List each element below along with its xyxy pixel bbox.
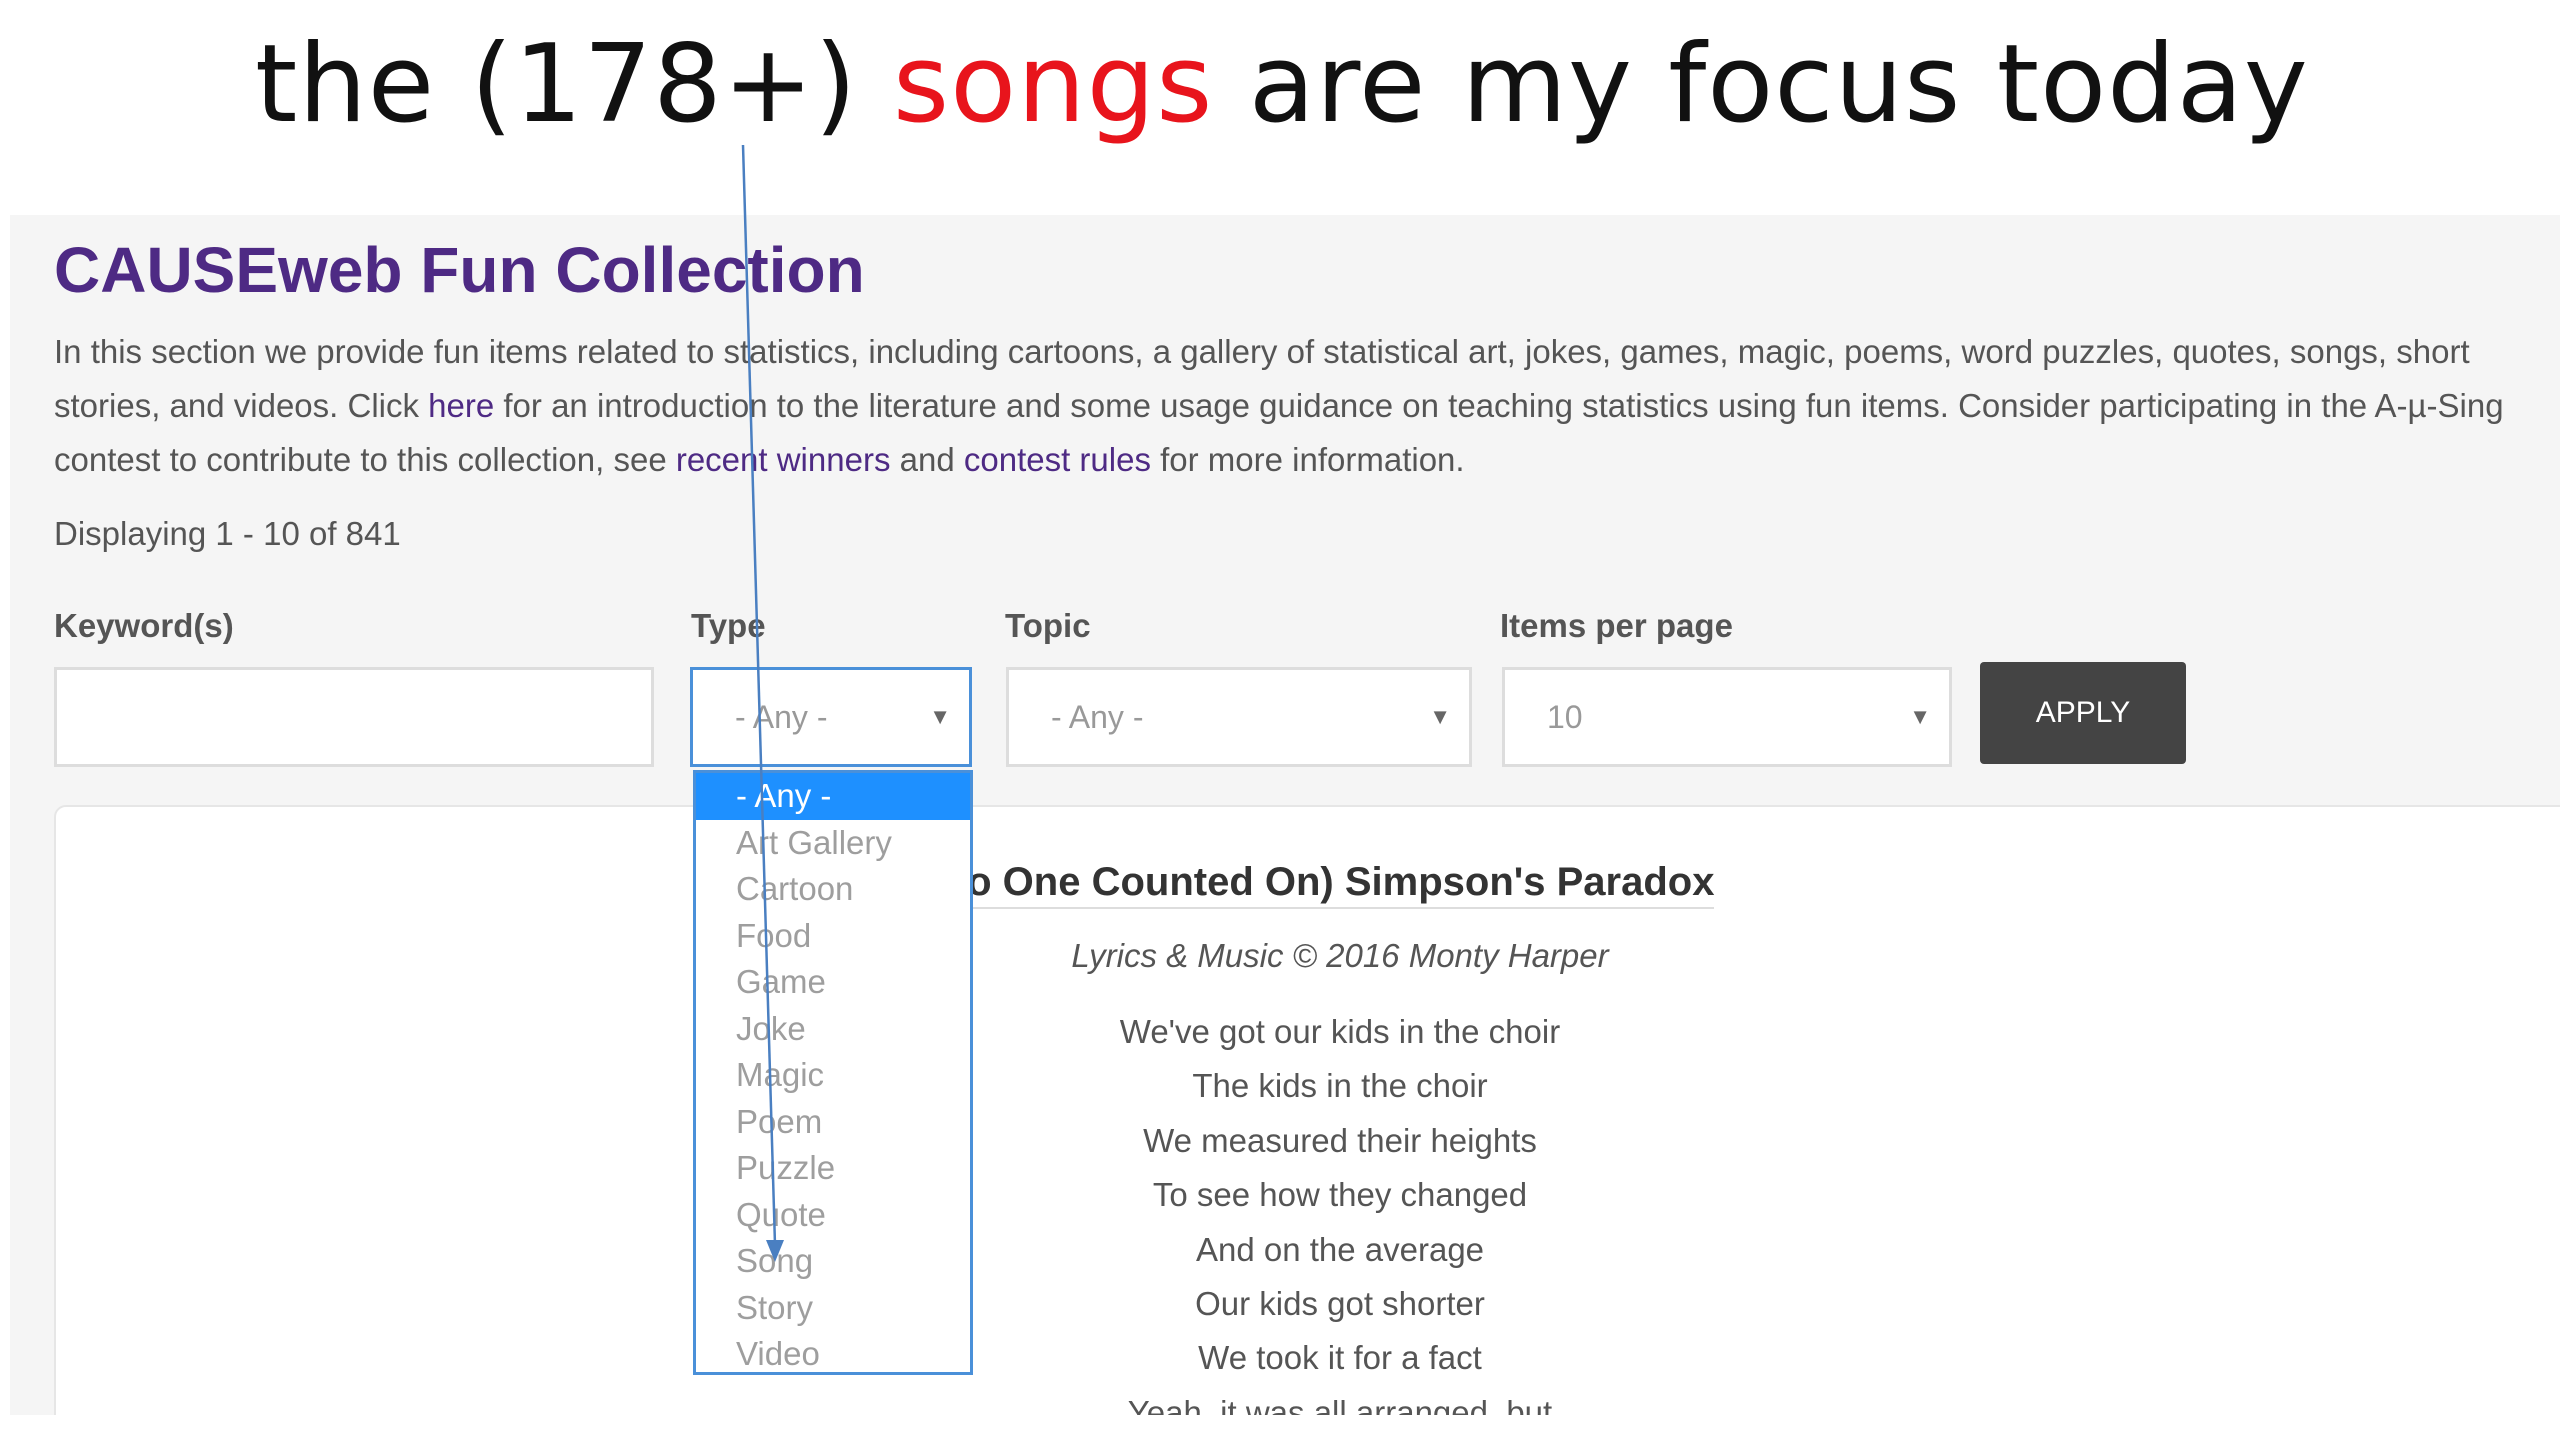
type-option-magic[interactable]: Magic [696, 1052, 970, 1099]
keyword-label: Keyword(s) [54, 607, 234, 644]
here-link[interactable]: here [428, 387, 494, 424]
lyric-line: The kids in the choir [1192, 1067, 1488, 1105]
type-select-value: - Any - [735, 699, 828, 735]
browser-screenshot: CAUSEweb Fun Collection In this section … [10, 215, 2560, 1415]
topic-select-value: - Any - [1051, 699, 1144, 735]
items-per-page-label: Items per page [1500, 607, 1733, 644]
chevron-down-icon: ▼ [929, 704, 951, 729]
keyword-input[interactable] [54, 667, 654, 767]
results-count: Displaying 1 - 10 of 841 [54, 515, 401, 552]
song-credit: Lyrics & Music © 2016 Monty Harper [1071, 937, 1609, 974]
chevron-down-icon: ▼ [1429, 704, 1451, 729]
slide-title-accent: songs [892, 22, 1214, 147]
type-select[interactable]: - Any - ▼ [690, 667, 972, 767]
items-per-page-select[interactable]: 10 ▼ [1502, 667, 1952, 767]
type-option-any[interactable]: - Any - [696, 773, 970, 820]
slide-title: the (178+) songs are my focus today [255, 20, 2309, 150]
type-option-video[interactable]: Video [696, 1331, 970, 1378]
type-option-cartoon[interactable]: Cartoon [696, 866, 970, 913]
type-option-food[interactable]: Food [696, 913, 970, 960]
topic-label: Topic [1005, 607, 1091, 644]
type-option-poem[interactable]: Poem [696, 1099, 970, 1146]
type-dropdown-list: - Any - Art Gallery Cartoon Food Game Jo… [693, 770, 973, 1375]
page-title: CAUSEweb Fun Collection [54, 234, 865, 306]
song-lyrics: We've got our kids in the choir The kids… [1090, 1005, 1590, 1415]
type-option-quote[interactable]: Quote [696, 1192, 970, 1239]
type-option-song[interactable]: Song [696, 1238, 970, 1285]
type-option-story[interactable]: Story [696, 1285, 970, 1332]
intro-text-3: and [890, 441, 964, 478]
topic-select[interactable]: - Any - ▼ [1006, 667, 1472, 767]
type-option-puzzle[interactable]: Puzzle [696, 1145, 970, 1192]
lyric-line: We've got our kids in the choir [1119, 1013, 1561, 1050]
intro-paragraph: In this section we provide fun items rel… [54, 325, 2560, 487]
slide-title-prefix: the (178+) [255, 22, 893, 147]
contest-rules-link[interactable]: contest rules [964, 441, 1151, 478]
intro-text-4: for more information. [1150, 441, 1465, 478]
type-label: Type [691, 607, 766, 644]
apply-button[interactable]: APPLY [1980, 662, 2186, 764]
lyric-line: And on the average [1195, 1230, 1485, 1268]
lyric-line: We measured their heights [1143, 1121, 1537, 1159]
slide-title-suffix: are my focus today [1213, 22, 2309, 147]
lyric-line: We took it for a fact [1198, 1339, 1482, 1377]
lyric-line: Yeah, it was all arranged, but [1127, 1393, 1553, 1415]
type-option-art-gallery[interactable]: Art Gallery [696, 820, 970, 867]
lyric-line: To see how they changed [1152, 1176, 1528, 1214]
song-title-link[interactable]: lo One Counted On) Simpson's Paradox [956, 860, 1715, 909]
recent-winners-link[interactable]: recent winners [676, 441, 891, 478]
lyric-line: Our kids got shorter [1195, 1285, 1485, 1323]
type-option-game[interactable]: Game [696, 959, 970, 1006]
chevron-down-icon: ▼ [1909, 704, 1931, 729]
items-per-page-value: 10 [1547, 699, 1583, 735]
type-option-joke[interactable]: Joke [696, 1006, 970, 1053]
